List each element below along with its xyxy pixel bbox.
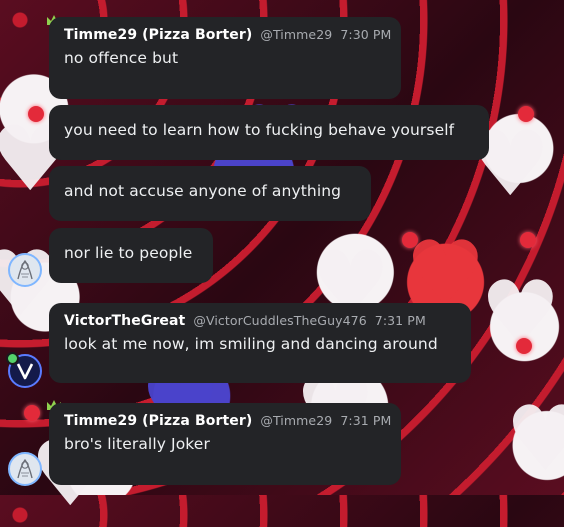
username[interactable]: Timme29 (Pizza Borter) [64,27,252,43]
timestamp: 7:30 PM [340,27,392,42]
message-text: and not accuse anyone of anything [64,182,342,200]
message-bubble[interactable]: and not accuse anyone of anything [49,166,371,221]
timestamp: 7:31 PM [340,413,392,428]
avatar[interactable] [8,253,42,287]
message-header: VictorTheGreat @VictorCuddlesTheGuy476 7… [64,313,456,329]
message-text: no offence but [64,49,179,67]
dot-decoration [402,232,418,248]
message-bubble[interactable]: nor lie to people [49,228,213,283]
message-text: bro's literally Joker [64,435,210,453]
username[interactable]: VictorTheGreat [64,313,185,329]
message-text: nor lie to people [64,244,193,262]
message-header: Timme29 (Pizza Borter) @Timme29 7:31 PM [64,413,391,429]
message-bubble[interactable]: VictorTheGreat @VictorCuddlesTheGuy476 7… [49,303,471,383]
dot-decoration [28,106,44,122]
user-handle: @VictorCuddlesTheGuy476 [193,313,367,328]
message-bubble[interactable]: you need to learn how to fucking behave … [49,105,489,160]
user-handle: @Timme29 [260,413,333,428]
username[interactable]: Timme29 (Pizza Borter) [64,413,252,429]
dot-decoration [24,405,40,421]
message-text: look at me now, im smiling and dancing a… [64,335,438,353]
sketch-avatar [17,259,33,280]
avatar[interactable] [8,452,42,486]
sketch-avatar [17,458,33,479]
heart-decoration: ♥ [505,387,564,492]
dot-decoration [520,232,536,248]
message-text: you need to learn how to fucking behave … [64,121,455,139]
message-bubble[interactable]: Timme29 (Pizza Borter) @Timme29 7:30 PM … [49,17,401,99]
dot-decoration [518,106,534,122]
dot-decoration [516,338,532,354]
message-header: Timme29 (Pizza Borter) @Timme29 7:30 PM [64,27,391,43]
victor-v-avatar [16,363,34,380]
user-handle: @Timme29 [260,27,333,42]
status-indicator [6,352,19,365]
timestamp: 7:31 PM [374,313,426,328]
heart-decoration: ♥ [480,262,561,367]
message-bubble[interactable]: Timme29 (Pizza Borter) @Timme29 7:31 PM … [49,403,401,485]
